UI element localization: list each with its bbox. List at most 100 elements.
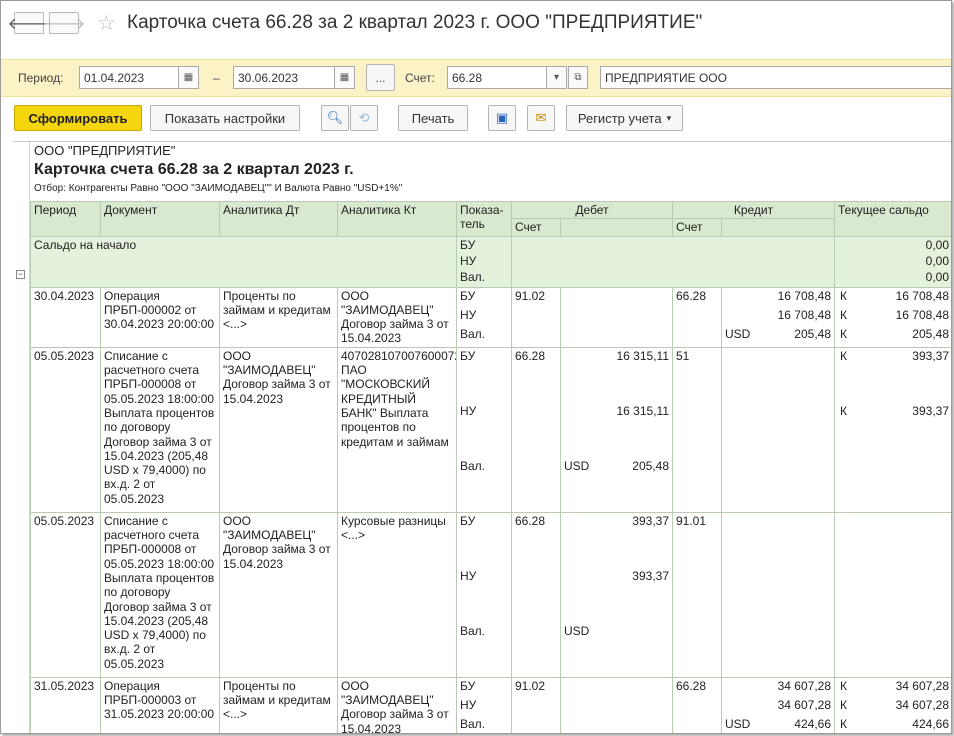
dk-sign (838, 624, 840, 674)
balance-line (838, 514, 949, 569)
balance-cell: К 393,37 К 393,37 (834, 346, 951, 513)
forward-button[interactable]: 🡒 (43, 12, 85, 34)
header-analytics-kt: Аналитика Кт (337, 201, 457, 237)
calendar-icon: ▦ (339, 72, 350, 83)
balance-cell: К 34 607,28 К 34 607,28 К 424,66 (834, 676, 951, 733)
search-icon: 🔍︎ (326, 110, 344, 125)
favorite-star-icon[interactable]: ☆ (97, 11, 116, 36)
print-button[interactable]: Печать (398, 105, 468, 131)
analytics-dt-cell: ООО "ЗАИМОДАВЕЦ" Договор займа 3 от 15.0… (219, 346, 338, 513)
calendar-to-button[interactable]: ▦ (335, 66, 355, 89)
balance-line: К 424,66 (838, 717, 949, 733)
dk-sign: К (840, 326, 847, 341)
save-button[interactable]: ▣ (488, 105, 516, 131)
credit-sum-cell-line (725, 459, 831, 509)
search-cancel-icon: ⟲ (358, 110, 370, 125)
floppy-disk-icon: ▣ (495, 110, 509, 125)
table-row[interactable]: 31.05.2023 Операция ПРБП-000003 от 31.05.… (30, 676, 951, 733)
dk-sign: К (840, 348, 847, 363)
balance-line: К 34 607,28 (838, 679, 949, 698)
generate-button[interactable]: Сформировать (14, 105, 142, 131)
document-cell: Списание с расчетного счета ПРБП-000008 … (100, 511, 220, 678)
dk-sign (838, 514, 840, 569)
balance-amount: 393,37 (912, 348, 949, 363)
debit-sum-cell (560, 286, 673, 348)
currency-code: USD (725, 716, 751, 731)
indicator-cell-line: БУ (460, 513, 476, 528)
header-credit-account: Счет (672, 218, 722, 237)
credit-sum-cell: 16 708,48 16 708,48 USD 205,48 (721, 286, 835, 348)
back-button[interactable]: 🡐 (8, 12, 50, 34)
amount: 205,48 (794, 326, 831, 341)
analytics-dt-cell: ООО "ЗАИМОДАВЕЦ" Договор займа 3 от 15.0… (219, 511, 338, 678)
balance-value: 0,00 (925, 269, 949, 284)
show-settings-button[interactable]: Показать настройки (150, 105, 300, 131)
indicator-cell: БУ НУ Вал. (456, 511, 512, 678)
debit-sum-cell-line (564, 289, 669, 308)
send-email-button[interactable]: ✉ (527, 105, 555, 131)
table-row[interactable]: 30.04.2023 Операция ПРБП-000002 от 30.04.… (30, 286, 951, 348)
organization-field[interactable]: ПРЕДПРИЯТИЕ ООО (600, 66, 951, 89)
credit-sum-cell (721, 346, 835, 513)
debit-sum-cell: 393,37 393,37 USD (560, 511, 673, 678)
search-button[interactable]: 🔍︎ (321, 105, 349, 131)
credit-sum-cell-line: 34 607,28 (777, 697, 831, 712)
balance-line (838, 624, 949, 674)
indicator-cell-line: НУ (460, 307, 477, 322)
period-dash: – (213, 71, 220, 85)
table-row[interactable]: 05.05.2023 Списание с расчетного счета ПР… (30, 346, 951, 513)
credit-account-cell: 51 (672, 346, 722, 513)
analytics-kt-cell: 40702810700760007281, ПАО "МОСКОВСКИЙ КР… (337, 346, 457, 513)
account-field[interactable]: 66.28 (447, 66, 547, 89)
period-select-button[interactable]: ... (366, 64, 395, 91)
dk-sign: К (840, 697, 847, 712)
grouping-gutter: − (13, 142, 30, 733)
balance-line: К 34 607,28 (838, 698, 949, 717)
indicator-cell-line: НУ (460, 403, 477, 418)
debit-sum-cell-line: 16 315,11 (616, 403, 670, 418)
balance-amount: 393,37 (912, 403, 949, 418)
calendar-icon: ▦ (183, 72, 194, 83)
period-cell: 31.05.2023 (30, 676, 101, 733)
table-row[interactable]: 05.05.2023 Списание с расчетного счета ПР… (30, 511, 951, 678)
credit-sum-cell-line: USD 205,48 (725, 327, 831, 346)
entries-body: 30.04.2023 Операция ПРБП-000002 от 30.04.… (30, 286, 951, 733)
dk-sign: К (840, 403, 847, 418)
balance-amount: 34 607,28 (895, 697, 949, 712)
collapse-group-icon[interactable]: − (16, 270, 25, 279)
header-debit: Дебет (511, 200, 673, 220)
debit-account-cell: 66.28 (511, 511, 561, 678)
opening-indicators: БУ НУ Вал. (456, 235, 512, 288)
credit-sum-cell-line (725, 569, 831, 624)
debit-sum-cell-line: USD (564, 624, 669, 674)
calendar-from-button[interactable]: ▦ (179, 66, 199, 89)
envelope-icon: ✉ (535, 110, 547, 125)
balance-line: К 16 708,48 (838, 289, 949, 308)
currency-code: USD (725, 326, 751, 341)
indicator-cell-line: Вал. (460, 458, 486, 473)
indicator: Вал. (460, 269, 486, 284)
register-button[interactable]: Регистр учета ▾ (566, 105, 683, 131)
account-dropdown-button[interactable]: ▾ (547, 66, 567, 89)
balance-line (838, 459, 949, 509)
balance-value: 0,00 (925, 237, 949, 252)
indicator-cell: БУ НУ Вал. (456, 676, 512, 733)
debit-sum-cell-line (564, 717, 669, 733)
analytics-dt-cell: Проценты по займам и кредитам <...> (219, 286, 338, 348)
debit-sum-cell-line (564, 679, 669, 698)
header-debit-account: Счет (511, 218, 561, 237)
date-to-field[interactable]: 30.06.2023 (233, 66, 335, 89)
header-credit: Кредит (672, 200, 835, 220)
debit-sum-cell (560, 676, 673, 733)
debit-sum-cell-line (564, 698, 669, 717)
indicator: НУ (460, 253, 477, 268)
date-from-field[interactable]: 01.04.2023 (79, 66, 179, 89)
dk-sign (838, 459, 840, 509)
balance-line: К 16 708,48 (838, 308, 949, 327)
period-cell: 05.05.2023 (30, 346, 101, 513)
account-open-button[interactable]: ⧉ (568, 66, 588, 89)
search-clear-button[interactable]: ⟲ (350, 105, 378, 131)
chevron-down-icon: ▾ (666, 112, 672, 123)
opening-balance-row: Сальдо на начало БУ НУ Вал. 0,00 0,00 0,… (30, 235, 951, 288)
report-area[interactable]: − ООО "ПРЕДПРИЯТИЕ" Карточка счета 66.28… (13, 141, 951, 733)
